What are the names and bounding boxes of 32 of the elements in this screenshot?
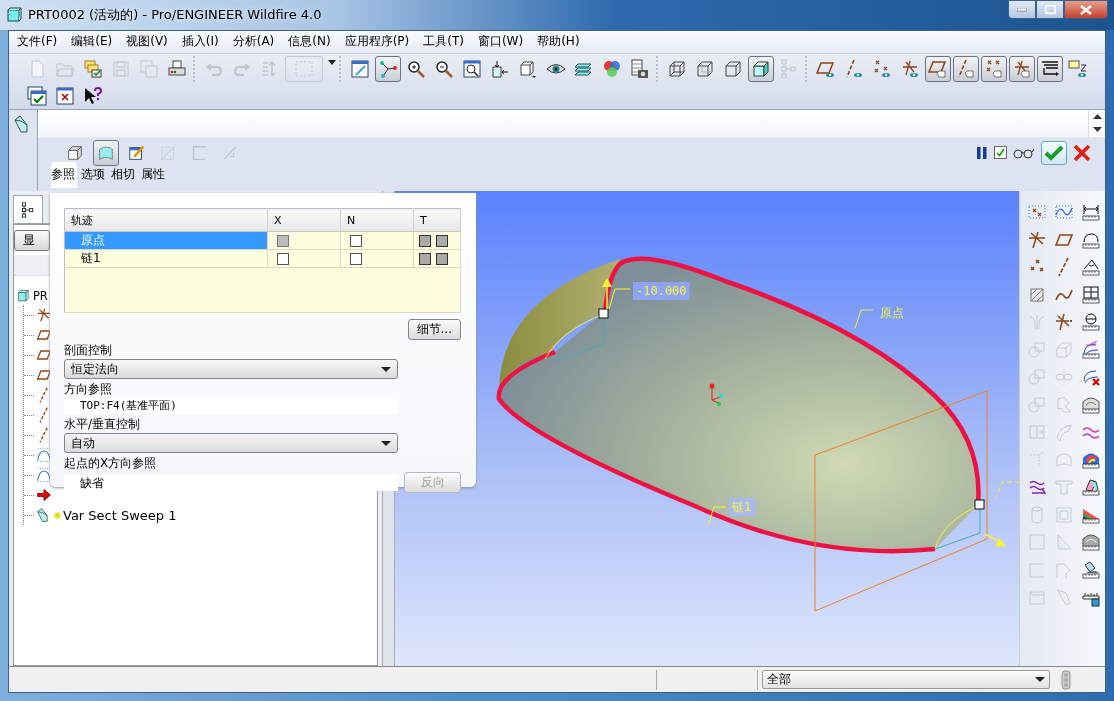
column-header: X: [267, 208, 341, 232]
menu-item[interactable]: 文件(F): [13, 33, 64, 51]
field-label: 起点的X方向参照: [64, 455, 158, 472]
menu-item[interactable]: 窗口(W): [473, 33, 530, 51]
menu-item[interactable]: 视图(V): [122, 33, 174, 51]
field-label: 剖面控制: [64, 342, 113, 359]
tree-item[interactable]: Var Sect Sweep 1: [63, 507, 177, 523]
menu-item[interactable]: 信息(N): [284, 33, 337, 51]
menu-item[interactable]: 应用程序(P): [340, 33, 416, 51]
panel-tab[interactable]: 选项: [81, 161, 107, 188]
menu-item[interactable]: 工具(T): [419, 33, 470, 51]
dropdown[interactable]: 自动: [64, 433, 398, 453]
reference-field[interactable]: TOP:F4(基准平面): [64, 398, 398, 414]
column-header: T: [413, 208, 461, 232]
details-button[interactable]: 细节...: [407, 319, 461, 340]
panel-tab[interactable]: 属性: [141, 161, 167, 188]
field-label: 方向参照: [64, 381, 113, 398]
panel-tab[interactable]: 参照: [51, 161, 77, 188]
field-label: 水平/垂直控制: [64, 416, 142, 433]
display-button[interactable]: 显: [14, 230, 50, 252]
filter-dropdown[interactable]: 全部: [762, 670, 1050, 690]
menu-item[interactable]: 帮助(H): [533, 33, 586, 51]
column-header: N: [340, 208, 414, 232]
panel-tab[interactable]: 相切: [111, 161, 137, 188]
tree-item[interactable]: PR: [33, 289, 48, 304]
menu-item[interactable]: 编辑(E): [67, 33, 119, 51]
reference-field[interactable]: 缺省: [64, 474, 398, 491]
menu-item[interactable]: 分析(A): [228, 33, 281, 51]
window-title: PRT0002 (活动的) - Pro/ENGINEER Wildfire 4.0: [28, 6, 322, 24]
menu-item[interactable]: 插入(I): [177, 33, 225, 51]
column-header: 轨迹: [64, 208, 268, 232]
dropdown[interactable]: 恒定法向: [64, 359, 398, 379]
